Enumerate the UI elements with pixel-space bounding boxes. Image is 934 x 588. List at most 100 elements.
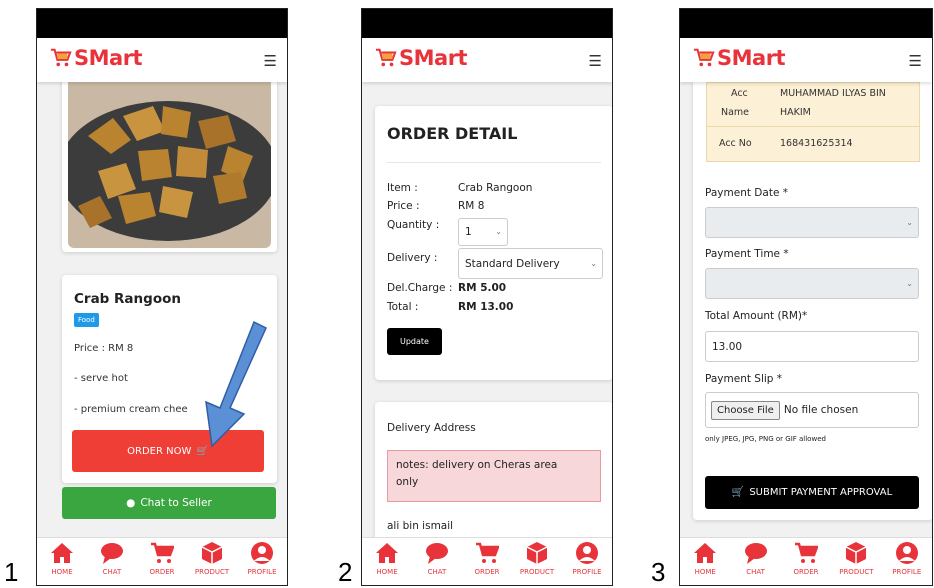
chevron-down-icon: ⌄ [906, 279, 913, 288]
brand-name: SMart [399, 46, 468, 70]
cart-icon: 🛒 [731, 487, 745, 498]
brand-logo[interactable]: SMart [375, 46, 468, 70]
cart-icon [476, 542, 499, 563]
phone-screen-product: SMart ☰ Crab Rangoon Food Price: RM 8 -… [36, 8, 288, 586]
price-value: RM 8 [458, 200, 485, 212]
chat-bubble-icon: ● [126, 497, 136, 509]
delivery-value: Standard Delivery [465, 257, 560, 270]
payment-date-select[interactable]: ⌄ [705, 207, 919, 238]
nav-item-chat[interactable]: CHAT [733, 538, 779, 576]
profile-icon [576, 542, 598, 564]
nav-item-home[interactable]: HOME [682, 538, 728, 576]
quantity-value: 1 [465, 226, 472, 238]
nav-item-home[interactable]: HOME [364, 538, 410, 576]
payment-time-select[interactable]: ⌄ [705, 268, 919, 299]
no-file-text: No file chosen [783, 404, 859, 416]
step-number-2: 2 [338, 557, 353, 587]
quantity-select[interactable]: 1 ⌄ [458, 218, 508, 246]
divider [387, 162, 601, 163]
nav-label: HOME [51, 568, 73, 576]
nav-label: CHAT [102, 568, 122, 576]
menu-icon[interactable]: ☰ [589, 52, 602, 70]
nav-label: ORDER [149, 568, 175, 576]
chat-icon [101, 543, 123, 564]
chat-to-seller-label: Chat to Seller [140, 497, 212, 509]
profile-icon [895, 542, 918, 564]
bank-account-box: Acc Name MUHAMMAD ILYAS BIN HAKIM Acc No… [706, 82, 920, 162]
update-button[interactable]: Update [387, 328, 442, 355]
payment-slip-label: Payment Slip * [705, 373, 783, 385]
payment-slip-input: Choose File No file chosen [705, 392, 919, 428]
nav-item-order[interactable]: ORDER [464, 538, 510, 576]
acc-name-label: Acc [731, 88, 748, 99]
nav-label: PROFILE [247, 568, 277, 576]
product-desc-line: - premium cream chee [74, 404, 188, 415]
nav-label: HOME [694, 568, 716, 576]
step-number-3: 3 [651, 557, 666, 587]
chat-to-seller-button[interactable]: ● Chat to Seller [62, 487, 276, 519]
nav-item-product[interactable]: PRODUCT [189, 538, 235, 576]
home-icon [376, 543, 398, 563]
chevron-down-icon: ⌄ [590, 258, 597, 268]
brand-logo[interactable]: SMart [50, 46, 143, 70]
nav-item-chat[interactable]: CHAT [414, 538, 460, 576]
box-icon [846, 542, 867, 564]
content-area: Acc Name MUHAMMAD ILYAS BIN HAKIM Acc No… [680, 82, 932, 540]
nav-item-order[interactable]: ORDER [783, 538, 829, 576]
delcharge-label: Del.Charge : [387, 282, 453, 294]
brand-logo[interactable]: SMart [693, 46, 786, 70]
chat-icon [744, 543, 767, 564]
submit-payment-label: SUBMIT PAYMENT APPROVAL [749, 487, 893, 498]
delivery-label: Delivery : [387, 252, 438, 264]
nav-item-home[interactable]: HOME [39, 538, 85, 576]
cart-logo-icon [693, 48, 715, 67]
total-amount-label: Total Amount (RM)* [705, 310, 808, 322]
menu-icon[interactable]: ☰ [264, 52, 277, 70]
nav-label: CHAT [427, 568, 447, 576]
price-label: Price : [387, 200, 420, 212]
cart-icon [794, 542, 818, 563]
menu-icon[interactable]: ☰ [909, 52, 922, 70]
divider [707, 126, 919, 127]
order-now-label: ORDER NOW [127, 445, 192, 457]
payment-card: Acc Name MUHAMMAD ILYAS BIN HAKIM Acc No… [693, 82, 932, 520]
chevron-down-icon: ⌄ [906, 218, 913, 227]
chevron-down-icon: ⌄ [495, 227, 502, 236]
total-amount-input[interactable]: 13.00 [705, 331, 919, 362]
nav-item-profile[interactable]: PROFILE [239, 538, 285, 576]
app-header: SMart ☰ [37, 38, 287, 82]
delivery-address-title: Delivery Address [387, 422, 476, 434]
nav-item-profile[interactable]: PROFILE [884, 538, 930, 576]
nav-label: PRODUCT [839, 568, 874, 576]
cart-icon [151, 542, 174, 563]
choose-file-button[interactable]: Choose File [711, 400, 780, 420]
bottom-nav: HOME CHAT ORDER PRODUCT PROFILE [37, 537, 287, 585]
nav-item-product[interactable]: PRODUCT [833, 538, 879, 576]
step-number-1: 1 [4, 557, 19, 587]
app-header: SMart ☰ [362, 38, 612, 82]
acc-name-label: Name [721, 107, 750, 118]
nav-item-order[interactable]: ORDER [139, 538, 185, 576]
home-icon [694, 543, 717, 563]
nav-item-profile[interactable]: PROFILE [564, 538, 610, 576]
product-image [68, 82, 271, 248]
status-bar [362, 9, 612, 38]
acc-no-value: 168431625314 [780, 138, 853, 149]
nav-item-product[interactable]: PRODUCT [514, 538, 560, 576]
arrow-annotation [205, 320, 267, 448]
nav-label: HOME [376, 568, 398, 576]
note-line: only [396, 476, 419, 488]
nav-label: ORDER [474, 568, 500, 576]
delivery-select[interactable]: Standard Delivery ⌄ [458, 248, 603, 279]
nav-label: PROFILE [892, 568, 922, 576]
cart-logo-icon [50, 48, 72, 67]
nav-item-chat[interactable]: CHAT [89, 538, 135, 576]
acc-no-label: Acc No [719, 138, 752, 149]
delivery-address-card: Delivery Address notes: delivery on Cher… [375, 402, 612, 540]
cart-logo-icon [375, 48, 397, 67]
nav-label: PRODUCT [519, 568, 555, 576]
submit-payment-button[interactable]: 🛒 SUBMIT PAYMENT APPROVAL [705, 476, 919, 509]
recipient-name: ali bin ismail [387, 520, 454, 532]
content-area: ORDER DETAIL Item : Crab Rangoon Price :… [362, 82, 612, 540]
phone-screen-order-detail: SMart ☰ ORDER DETAIL Item : Crab Rangoon… [361, 8, 613, 586]
